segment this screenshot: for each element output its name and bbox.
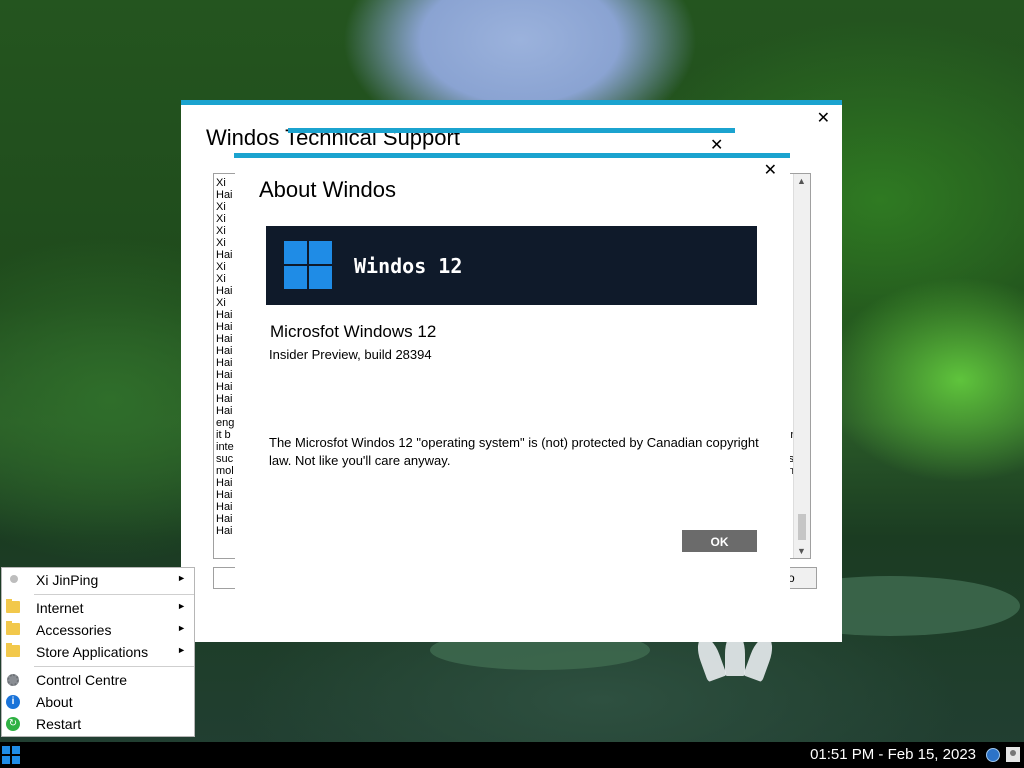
- log-line: Hai: [216, 477, 233, 489]
- menu-item-label: Store Applications: [36, 644, 149, 660]
- dialog-title: About Windos: [259, 177, 396, 202]
- network-globe-icon[interactable]: [986, 748, 1000, 762]
- log-line: Xi: [216, 213, 226, 225]
- menu-item-about[interactable]: i About: [2, 691, 194, 713]
- log-line: Hai: [216, 249, 233, 261]
- menu-item-store-applications[interactable]: Store Applications ►: [2, 641, 194, 663]
- log-line: Hai: [216, 333, 233, 345]
- info-icon: i: [6, 695, 20, 709]
- log-line: eng: [216, 417, 235, 429]
- menu-item-label: Xi JinPing: [36, 572, 99, 588]
- ok-button[interactable]: OK: [682, 530, 757, 552]
- menu-item-label: Internet: [36, 600, 84, 616]
- log-line: Xi: [216, 273, 226, 285]
- about-dialog: ✕ About Windos Windos 12 Microsfot Windo…: [235, 158, 790, 600]
- log-lines: Xi Hai Xi Xi Xi Xi Hai Xi Xi Hai Xi Hai …: [216, 177, 234, 537]
- log-line: Hai: [216, 405, 233, 417]
- folder-icon: [6, 599, 20, 613]
- menu-item-restart[interactable]: ↻ Restart: [2, 713, 194, 735]
- log-line: mol: [216, 465, 234, 477]
- log-line: Hai: [216, 321, 233, 333]
- product-banner: Windos 12: [266, 226, 757, 305]
- submenu-arrow-icon: ►: [177, 601, 186, 611]
- scrollbar-thumb[interactable]: [798, 514, 806, 540]
- menu-item-user[interactable]: Xi JinPing ►: [2, 569, 194, 591]
- legal-notice: The Microsfot Windos 12 "operating syste…: [269, 435, 759, 468]
- banner-text: Windos 12: [354, 254, 463, 278]
- log-line: Hai: [216, 501, 233, 513]
- message-input[interactable]: [213, 567, 237, 589]
- restart-icon: ↻: [6, 717, 20, 731]
- gear-icon: [7, 674, 19, 686]
- menu-item-label: About: [36, 694, 73, 710]
- menu-item-control-centre[interactable]: Control Centre: [2, 669, 194, 691]
- build-info: Insider Preview, build 28394: [269, 347, 432, 362]
- log-line: Hai: [216, 309, 233, 321]
- menu-separator: [34, 594, 194, 595]
- close-icon[interactable]: ✕: [764, 160, 777, 180]
- log-line: Hai: [216, 525, 233, 537]
- log-line: Xi: [216, 297, 226, 309]
- product-name: Microsfot Windows 12: [270, 322, 437, 341]
- submenu-arrow-icon: ►: [177, 645, 186, 655]
- scroll-down-arrow-icon[interactable]: ▼: [797, 546, 806, 556]
- window-titlebar: [288, 128, 735, 133]
- folder-icon: [6, 621, 20, 635]
- menu-item-label: Restart: [36, 716, 82, 732]
- log-line: Hai: [216, 393, 233, 405]
- taskbar-clock[interactable]: 01:51 PM - Feb 15, 2023: [810, 746, 976, 763]
- log-line: Hai: [216, 357, 233, 369]
- log-line: Hai: [216, 369, 233, 381]
- log-line: Xi: [216, 201, 226, 213]
- start-menu: Xi JinPing ► Internet ► Accessories ► St…: [1, 567, 195, 737]
- log-line: Xi: [216, 261, 226, 273]
- log-line: Xi: [216, 225, 226, 237]
- user-tray-icon[interactable]: [1006, 747, 1020, 762]
- log-line: it b: [216, 429, 231, 441]
- send-button[interactable]: o: [787, 567, 817, 589]
- log-line: Hai: [216, 381, 233, 393]
- log-line: Hai: [216, 345, 233, 357]
- log-line: Xi: [216, 237, 226, 249]
- folder-icon: [6, 643, 20, 657]
- submenu-arrow-icon: ►: [177, 573, 186, 583]
- log-line: suc: [216, 453, 234, 465]
- start-button[interactable]: [2, 746, 20, 764]
- menu-separator: [34, 666, 194, 667]
- log-line: Hai: [216, 285, 233, 297]
- taskbar: 01:51 PM - Feb 15, 2023: [0, 742, 1024, 768]
- menu-item-internet[interactable]: Internet ►: [2, 597, 194, 619]
- log-line: Hai: [216, 489, 233, 501]
- menu-item-accessories[interactable]: Accessories ►: [2, 619, 194, 641]
- log-line: Hai: [216, 189, 233, 201]
- log-scrollbar[interactable]: ▲ ▼: [793, 174, 810, 558]
- scroll-up-arrow-icon[interactable]: ▲: [797, 176, 806, 186]
- menu-item-label: Accessories: [36, 622, 112, 638]
- log-line: Hai: [216, 513, 233, 525]
- log-line: Xi: [216, 177, 226, 189]
- close-icon[interactable]: ✕: [817, 108, 830, 128]
- close-icon[interactable]: ✕: [710, 135, 723, 155]
- log-line: inte: [216, 441, 234, 453]
- user-icon: [10, 575, 18, 583]
- submenu-arrow-icon: ►: [177, 623, 186, 633]
- windos-logo-icon: [284, 241, 332, 290]
